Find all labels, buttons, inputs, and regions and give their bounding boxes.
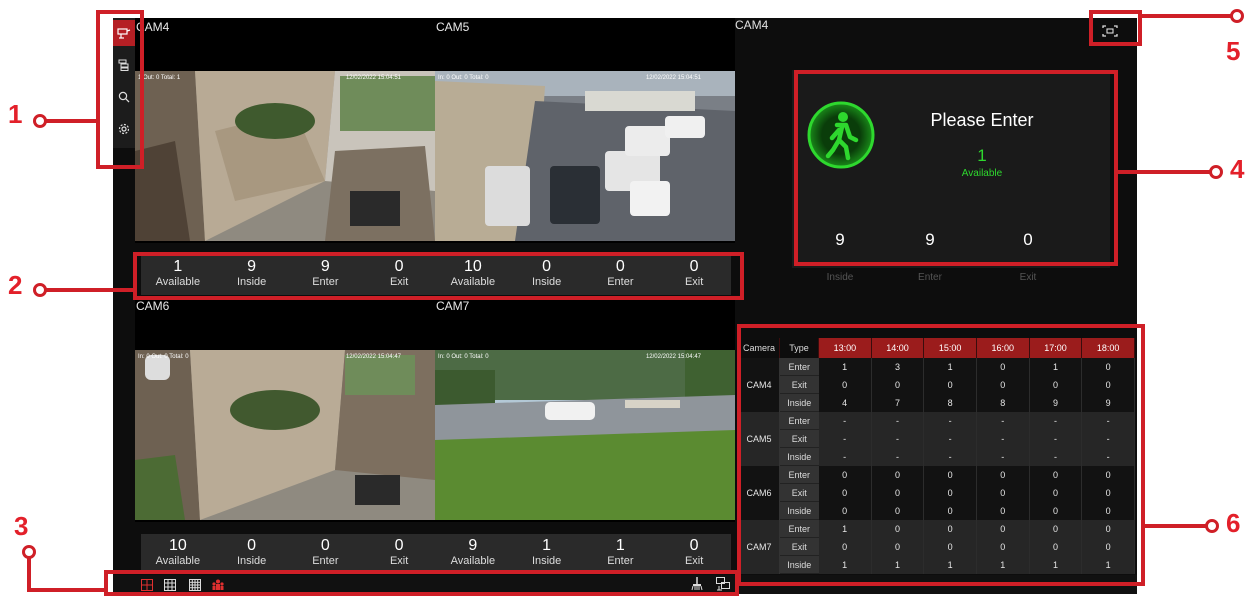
osd-timestamp: 12/02/2022 15:04:47 bbox=[345, 354, 401, 360]
stat-label: Inside bbox=[531, 555, 562, 567]
annotation-number-1: 1 bbox=[8, 99, 23, 129]
osd-counter-text: 1 Out: 0 Total: 1 bbox=[138, 75, 181, 81]
camera-feed: In: 0 Out: 0 Total: 0 12/02/2022 15:04:5… bbox=[435, 71, 735, 241]
annotation-number-3: 3 bbox=[14, 511, 29, 541]
annotation-box-6 bbox=[737, 324, 1145, 586]
annotation-box-2 bbox=[133, 252, 744, 300]
stat-label: Enter bbox=[607, 555, 634, 567]
stat-label: Enter bbox=[312, 555, 339, 567]
osd-timestamp: 12/02/2022 15:04:47 bbox=[645, 354, 701, 360]
stat-inside: 1 Inside bbox=[510, 534, 584, 574]
stat-value: 0 bbox=[320, 537, 330, 554]
stat-value: 0 bbox=[394, 537, 404, 554]
camera-osd: In: 0 Out: 0 Total: 0 12/02/2022 15:04:5… bbox=[435, 71, 735, 85]
annotation-number-4: 4 bbox=[1230, 154, 1245, 184]
annotation-line-4 bbox=[1118, 170, 1213, 174]
annotation-box-5 bbox=[1089, 10, 1142, 46]
camera-tile-cam7[interactable]: CAM7 In: 0 Out: 0 Total: 0 12/02/2022 15… bbox=[435, 297, 735, 522]
panel-exit-label: Exit bbox=[1019, 272, 1037, 283]
camera-feed: In: 0 Out: 0 Total: 0 12/02/2022 15:04:4… bbox=[135, 350, 435, 520]
panel-enter-label: Enter bbox=[918, 272, 942, 283]
stat-available: 9 Available bbox=[436, 534, 510, 574]
camera-tile-cam5[interactable]: CAM5 In: 0 Out: 0 Total: 0 12/02/2022 15… bbox=[435, 18, 735, 243]
camera-osd: 1 Out: 0 Total: 1 12/02/2022 15:04:51 bbox=[135, 71, 435, 85]
camera-label: CAM5 bbox=[436, 20, 470, 34]
annotation-line-2 bbox=[44, 288, 133, 292]
stat-label: Exit bbox=[684, 555, 704, 567]
annotation-dot-3 bbox=[22, 545, 36, 559]
stat-label: Exit bbox=[389, 555, 409, 567]
stat-value: 0 bbox=[689, 537, 699, 554]
stat-exit: 0 Exit bbox=[657, 534, 731, 574]
stat-enter: 1 Enter bbox=[584, 534, 658, 574]
stat-inside: 0 Inside bbox=[215, 534, 289, 574]
stat-enter: 0 Enter bbox=[289, 534, 363, 574]
annotation-dot-5 bbox=[1230, 9, 1244, 23]
annotation-number-2: 2 bbox=[8, 270, 23, 300]
stat-exit: 0 Exit bbox=[362, 534, 436, 574]
camera-osd: In: 0 Out: 0 Total: 0 12/02/2022 15:04:4… bbox=[135, 350, 435, 364]
camera-label: CAM7 bbox=[436, 299, 470, 313]
camera-label: CAM6 bbox=[136, 299, 170, 313]
osd-counter-text: In: 0 Out: 0 Total: 0 bbox=[438, 354, 489, 360]
camera-osd: In: 0 Out: 0 Total: 0 12/02/2022 15:04:4… bbox=[435, 350, 735, 364]
annotation-dot-4 bbox=[1209, 165, 1223, 179]
stat-value: 1 bbox=[615, 537, 625, 554]
camera-feed: 1 Out: 0 Total: 1 12/02/2022 15:04:51 bbox=[135, 71, 435, 241]
stat-label: Available bbox=[155, 555, 201, 567]
panel-inside-label: Inside bbox=[826, 272, 854, 283]
osd-counter-text: In: 0 Out: 0 Total: 0 bbox=[138, 354, 189, 360]
stat-available: 10 Available bbox=[141, 534, 215, 574]
stat-label: Inside bbox=[236, 555, 267, 567]
osd-timestamp: 12/02/2022 15:04:51 bbox=[645, 75, 701, 81]
stat-value: 9 bbox=[468, 537, 478, 554]
osd-timestamp: 12/02/2022 15:04:51 bbox=[345, 75, 401, 81]
stat-value: 10 bbox=[168, 537, 187, 554]
stats-bar-bottom: 10 Available 0 Inside 0 Enter 0 Exit 9 Availa… bbox=[141, 534, 731, 574]
camera-feed: In: 0 Out: 0 Total: 0 12/02/2022 15:04:4… bbox=[435, 350, 735, 520]
stat-value: 0 bbox=[247, 537, 257, 554]
annotation-line-3-horizontal bbox=[27, 588, 105, 592]
annotation-box-1 bbox=[96, 10, 144, 169]
annotation-dot-1 bbox=[33, 114, 47, 128]
annotation-dot-2 bbox=[33, 283, 47, 297]
osd-counter-text: In: 0 Out: 0 Total: 0 bbox=[438, 75, 489, 81]
annotation-number-6: 6 bbox=[1226, 508, 1241, 538]
annotation-line-3-vertical bbox=[27, 558, 31, 592]
annotation-box-3 bbox=[104, 570, 739, 596]
stat-label: Available bbox=[450, 555, 496, 567]
camera-tile-cam4[interactable]: CAM4 1 Out: 0 Total: 1 12/02/2022 15:04:… bbox=[135, 18, 435, 243]
panel-cam-label: CAM4 bbox=[735, 18, 769, 32]
stat-value: 1 bbox=[542, 537, 552, 554]
annotation-box-4 bbox=[794, 70, 1118, 266]
annotation-line-5-horizontal bbox=[1142, 14, 1237, 18]
annotation-line-1 bbox=[44, 119, 96, 123]
annotation-line-6 bbox=[1145, 524, 1211, 528]
camera-tile-cam6[interactable]: CAM6 In: 0 Out: 0 Total: 0 12/02/2022 15… bbox=[135, 297, 435, 522]
annotation-number-5: 5 bbox=[1226, 36, 1241, 66]
annotation-dot-6 bbox=[1205, 519, 1219, 533]
